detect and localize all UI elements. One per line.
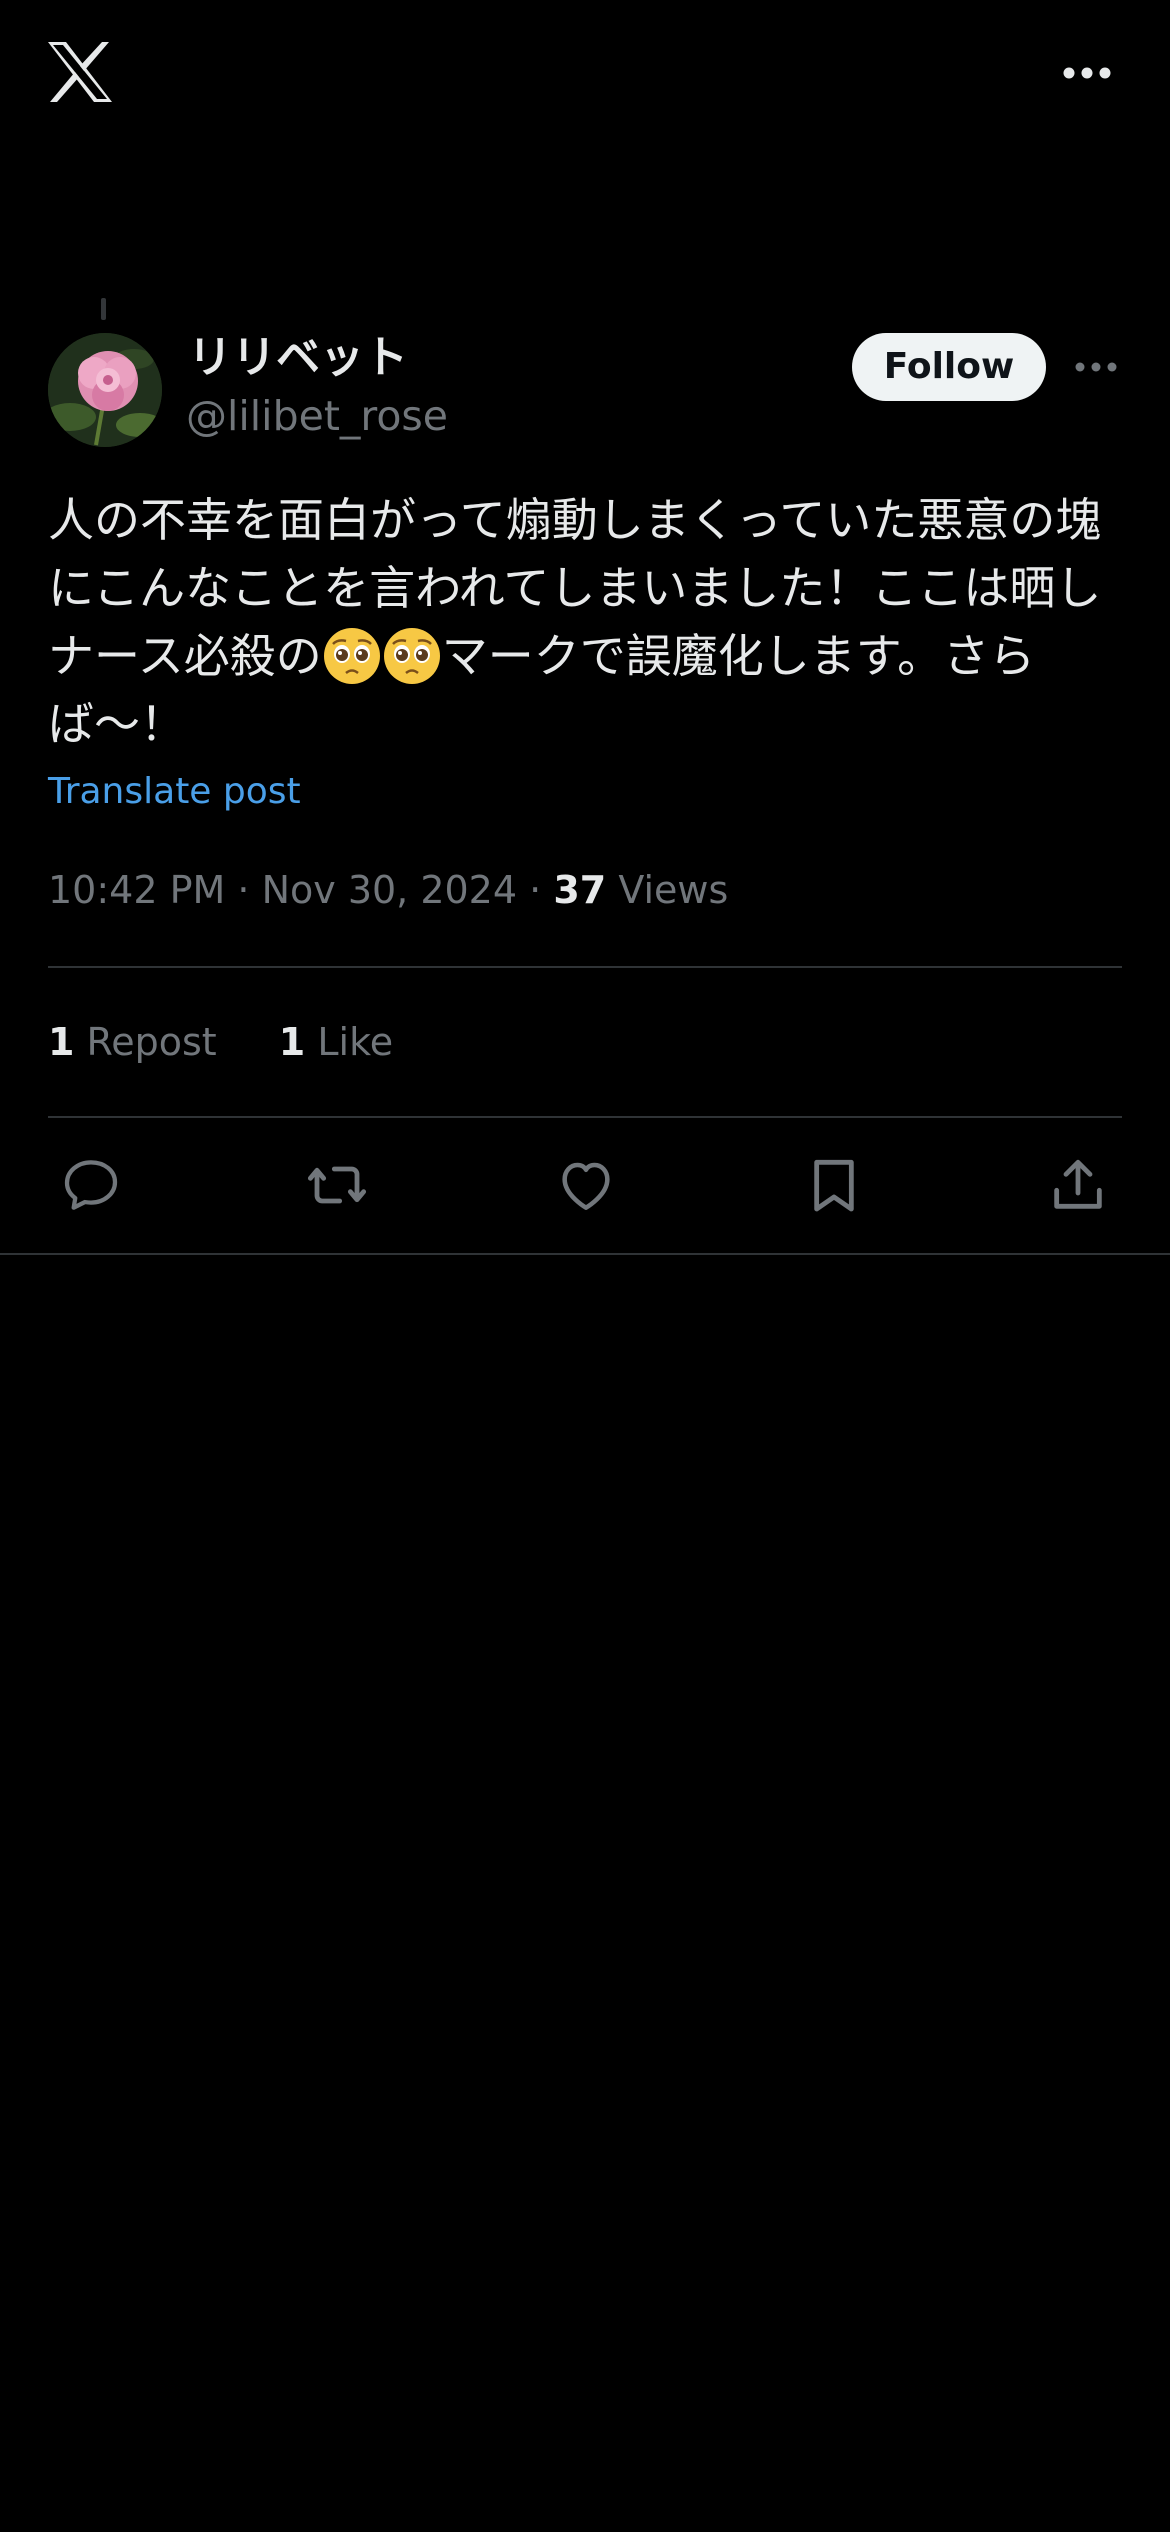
- bookmark-icon[interactable]: [799, 1150, 869, 1220]
- x-logo-icon[interactable]: [46, 40, 114, 104]
- translate-post-link[interactable]: Translate post: [48, 768, 301, 816]
- divider: [48, 966, 1122, 968]
- post-date[interactable]: Nov 30, 2024: [262, 868, 517, 912]
- thread-connector-line: [101, 298, 106, 320]
- meta-separator: ·: [237, 868, 250, 912]
- reply-icon[interactable]: [56, 1150, 126, 1220]
- follow-button[interactable]: Follow: [852, 333, 1046, 401]
- reposts-count: 1: [48, 1020, 75, 1064]
- likes-count: 1: [278, 1020, 306, 1064]
- post-metadata: 10:42 PM · Nov 30, 2024 · 37 Views: [48, 864, 728, 916]
- avatar[interactable]: [48, 333, 162, 447]
- top-bar: [0, 0, 1170, 150]
- more-options-icon[interactable]: [1062, 56, 1112, 90]
- author-handle[interactable]: @lilibet_rose: [186, 390, 448, 442]
- divider: [48, 1116, 1122, 1118]
- reposts-stat[interactable]: 1 Repost: [48, 1016, 217, 1068]
- pleading-face-emoji-icon: [382, 626, 442, 686]
- likes-label: Like: [317, 1020, 394, 1064]
- repost-icon[interactable]: [302, 1150, 372, 1220]
- action-bar: [0, 1140, 1170, 1230]
- like-icon[interactable]: [551, 1150, 621, 1220]
- views-count: 37: [553, 868, 607, 912]
- author-display-name[interactable]: リリベット: [188, 330, 408, 386]
- divider: [0, 1253, 1170, 1255]
- share-icon[interactable]: [1043, 1150, 1113, 1220]
- post-more-options-icon[interactable]: [1074, 355, 1118, 379]
- post-text: 人の不幸を面白がって煽動しまくっていた悪意の塊にこんなことを言われてしまいました…: [48, 486, 1128, 758]
- reposts-label: Repost: [86, 1020, 217, 1064]
- likes-stat[interactable]: 1 Like: [279, 1016, 393, 1068]
- engagement-stats: 1 Repost 1 Like: [48, 1016, 393, 1068]
- views-label: Views: [618, 868, 729, 912]
- post-time[interactable]: 10:42 PM: [48, 868, 225, 912]
- meta-separator: ·: [529, 868, 542, 912]
- pleading-face-emoji-icon: [322, 626, 382, 686]
